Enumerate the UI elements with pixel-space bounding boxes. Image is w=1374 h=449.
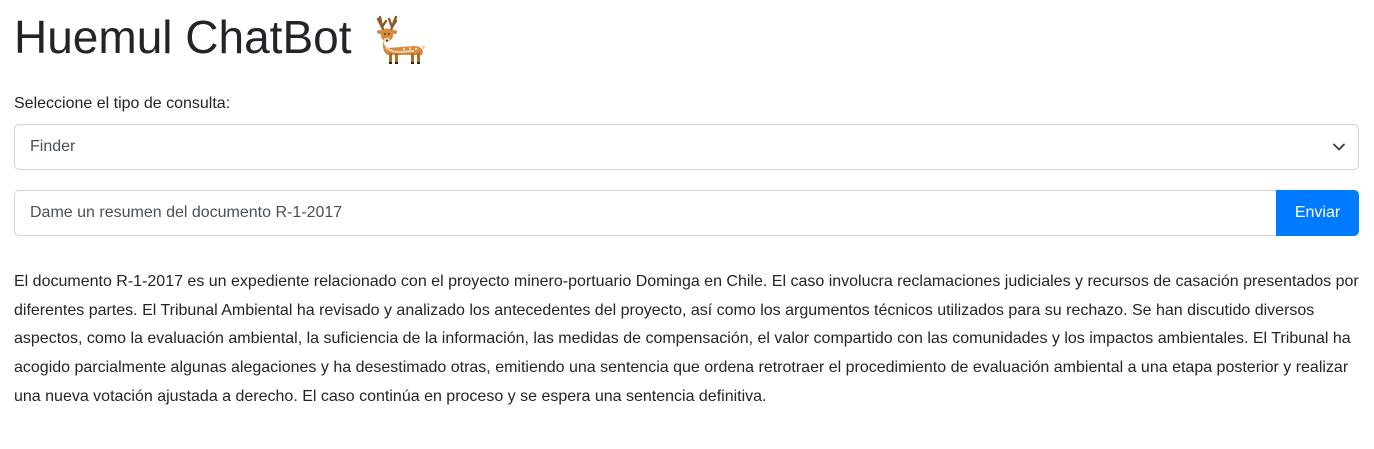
page-title: Huemul ChatBot (14, 11, 352, 63)
chat-input-group: Enviar (14, 190, 1359, 236)
chevron-down-icon (1333, 143, 1345, 151)
header: Huemul ChatBot (14, 2, 1359, 72)
app-container: Huemul ChatBot Seleccione el tipo de con… (14, 0, 1359, 405)
query-type-selected: Finder (30, 138, 76, 155)
chatbot-response: El documento R-1-2017 es un expediente r… (14, 273, 1359, 405)
deer-icon (370, 13, 428, 65)
chat-input[interactable] (14, 190, 1276, 236)
query-type-label: Seleccione el tipo de consulta: (14, 95, 231, 112)
send-button[interactable]: Enviar (1276, 190, 1359, 236)
query-type-select[interactable]: Finder (14, 124, 1359, 170)
